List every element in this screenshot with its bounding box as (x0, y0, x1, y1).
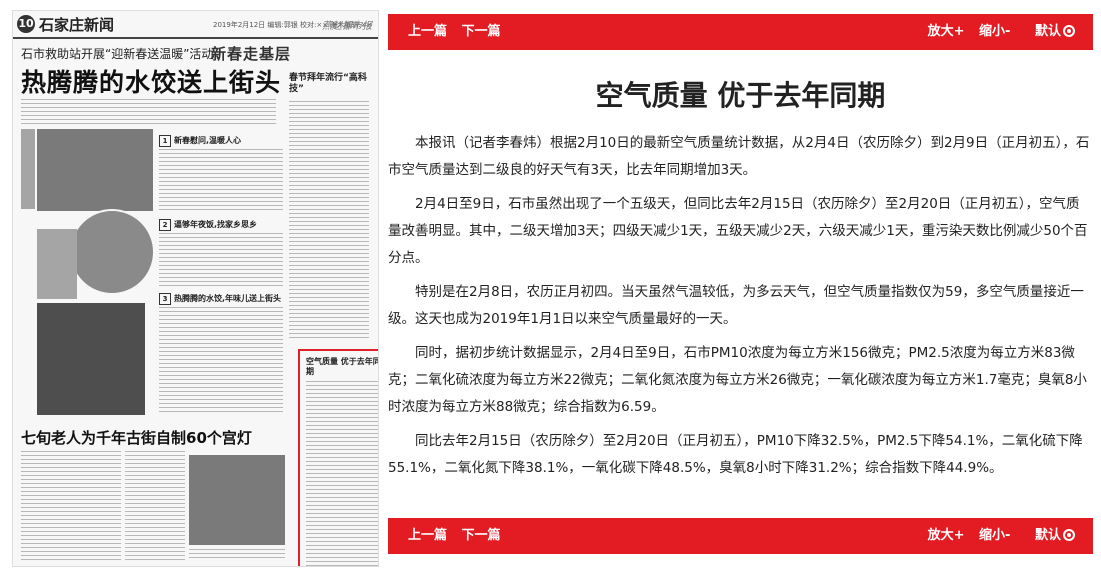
highlighted-article-text (306, 381, 378, 566)
main-headline[interactable]: 热腾腾的水饺送上街头 (21, 63, 281, 99)
article-paragraph: 2月4日至9日，石市虽然出现了一个五级天，但同比去年2月15日（农历除夕）至2月… (388, 196, 1088, 266)
text-block (159, 149, 283, 213)
radio-dot-icon (1063, 24, 1075, 37)
prev-article-link[interactable]: 上一篇 (408, 528, 447, 543)
article-nav-bar-bottom: 上一篇 下一篇 放大+ 缩小- 默认 (388, 518, 1093, 554)
zoom-in-button[interactable]: 放大+ (928, 24, 965, 39)
text-block (159, 307, 283, 415)
zoom-out-button[interactable]: 缩小- (979, 528, 1010, 543)
text-block (125, 451, 185, 561)
article-nav-bar-top: 上一篇 下一篇 放大+ 缩小- 默认 (388, 14, 1093, 50)
zoom-in-button[interactable]: 放大+ (928, 528, 965, 543)
newspaper-masthead: 10 石家庄新闻 2019年2月12日 编辑:郭银 校对:×× 美术编辑:×× … (13, 11, 378, 39)
photo-food-tray (37, 303, 145, 415)
photo-volunteers (37, 129, 153, 211)
zoom-out-button[interactable]: 缩小- (979, 24, 1010, 39)
photo-dumplings-circle (69, 209, 155, 295)
photo-vertical-caption (21, 129, 35, 209)
text-block (159, 233, 283, 289)
default-size-label: 默认 (1034, 528, 1061, 543)
section-heading-3: 3 热腾腾的水饺,年味儿送上街头 (159, 293, 281, 305)
highlighted-article[interactable]: 空气质量 优于去年同期 (298, 349, 379, 566)
intro-text-block (21, 99, 276, 125)
article-paragraph: 同比去年2月15日（农历除夕）至2月20日（正月初五），PM10下降32.5%，… (388, 433, 1083, 476)
prev-article-link[interactable]: 上一篇 (408, 24, 447, 39)
article-paragraph: 同时，据初步统计数据显示，2月4日至9日，石市PM10浓度为每立方米156微克；… (388, 345, 1087, 415)
photo-lanterns (189, 455, 285, 545)
text-block (189, 549, 285, 561)
series-stamp: 新春走基层 (211, 45, 292, 63)
section-heading-2: 2 逼够年夜饭,找家乡思乡 (159, 219, 257, 231)
side-text-block (289, 101, 369, 341)
photo-car (37, 229, 77, 299)
newspaper-page-thumbnail[interactable]: 10 石家庄新闻 2019年2月12日 编辑:郭银 校对:×× 美术编辑:×× … (12, 10, 379, 567)
side-article-kicker[interactable]: 春节拜年流行“高科技” (289, 73, 369, 95)
default-size-button[interactable]: 默认 (1025, 528, 1075, 543)
next-article-link[interactable]: 下一篇 (462, 528, 501, 543)
article-paragraph: 特别是在2月8日，农历正月初四。当天虽然气温较低，为多云天气，但空气质量指数仅为… (388, 284, 1084, 327)
section-heading-1: 1 新春慰问,温暖人心 (159, 135, 241, 147)
text-block (21, 451, 121, 561)
default-size-label: 默认 (1034, 24, 1061, 39)
sub-headline[interactable]: 石市救助站开展“迎新春送温暖”活动 (21, 45, 213, 62)
next-article-link[interactable]: 下一篇 (462, 24, 501, 39)
default-size-button[interactable]: 默认 (1025, 24, 1075, 39)
bottom-headline[interactable]: 七旬老人为千年古街自制60个宫灯 (21, 427, 252, 448)
article-title: 空气质量 优于去年同期 (595, 79, 886, 112)
newspaper-logo: 燕赵都市报 (322, 21, 372, 32)
radio-dot-icon (1063, 528, 1075, 541)
article-body: 本报讯（记者李春炜）根据2月10日的最新空气质量统计数据，从2月4日（农历除夕）… (388, 130, 1093, 489)
page-number: 10 (17, 15, 35, 33)
article-paragraph: 本报讯（记者李春炜）根据2月10日的最新空气质量统计数据，从2月4日（农历除夕）… (388, 135, 1090, 178)
section-title: 石家庄新闻 (39, 16, 115, 34)
highlighted-article-title: 空气质量 优于去年同期 (306, 357, 379, 376)
